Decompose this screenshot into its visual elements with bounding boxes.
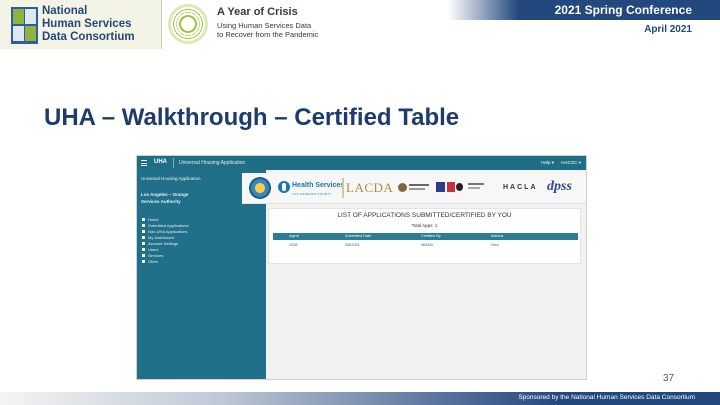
agency-logo-icon xyxy=(468,183,484,185)
nhsdc-line2: Human Services xyxy=(42,18,132,30)
nhsdc-name: National Human Services Data Consortium xyxy=(42,5,135,44)
lacda-mark xyxy=(342,178,344,198)
conference-title: 2021 Spring Conference xyxy=(554,3,692,17)
conference-date: April 2021 xyxy=(644,24,692,35)
slide-header: National Human Services Data Consortium … xyxy=(0,0,720,49)
cell-submitted-date: 3/5/2021 xyxy=(345,243,360,247)
lacda-logo: LACDA xyxy=(346,180,394,195)
column-header-actions: Actions xyxy=(491,234,504,238)
view-action-link[interactable]: View xyxy=(491,243,499,247)
table-row: 1038 3/5/2021 MIADA View xyxy=(273,242,578,249)
gear-icon xyxy=(142,242,145,245)
document-icon xyxy=(142,230,145,233)
partner-logo-strip: Health Services LOS ANGELES COUNTY LACDA… xyxy=(242,173,586,204)
applications-table-title: LIST OF APPLICATIONS SUBMITTED/CERTIFIED… xyxy=(337,212,512,219)
app-brand[interactable]: UHA xyxy=(154,159,167,165)
applications-total: Total Apps: 1 xyxy=(411,223,438,228)
hacla-logo: HACLA xyxy=(503,184,538,191)
county-seal-icon xyxy=(249,177,271,199)
health-services-logo-icon xyxy=(278,181,290,193)
sidebar-item-label: Services xyxy=(148,253,164,258)
agency-logo-icon xyxy=(447,182,455,192)
applications-card: LIST OF APPLICATIONS SUBMITTED/CERTIFIED… xyxy=(268,208,581,264)
list-icon xyxy=(142,254,145,257)
app-screenshot: UHA Universal Housing Application Help ▾… xyxy=(136,155,587,380)
sidebar-item-label: Non-UHA Applications xyxy=(148,229,188,234)
crisis-title: A Year of Crisis xyxy=(217,6,298,18)
health-services-logo: Health Services xyxy=(292,182,345,189)
topbar-divider xyxy=(173,158,174,168)
sidebar-item-label: Home xyxy=(148,217,159,222)
health-services-subtitle: LOS ANGELES COUNTY xyxy=(292,192,332,196)
user-icon xyxy=(142,248,145,251)
conference-banner: 2021 Spring Conference xyxy=(448,0,720,20)
agency-logo-icon xyxy=(468,187,480,189)
app-name: Universal Housing Application xyxy=(179,159,246,166)
page-number: 37 xyxy=(663,373,675,384)
cell-certified-by: MIADA xyxy=(421,243,434,247)
crisis-subtitle: Using Human Services Data to Recover fro… xyxy=(217,21,357,39)
column-header-certified-by[interactable]: Certified By xyxy=(421,234,441,238)
folder-icon xyxy=(142,260,145,263)
nhsdc-badge-icon xyxy=(11,7,38,44)
crisis-subtitle-line2: to Recover from the Pandemic xyxy=(217,30,319,39)
sidebar-item-other[interactable]: Other xyxy=(142,259,188,265)
sidebar-org-line1: Los Angeles – Orange xyxy=(141,192,189,197)
app-topbar: UHA Universal Housing Application Help ▾… xyxy=(137,156,586,170)
presentation-slide: National Human Services Data Consortium … xyxy=(0,0,720,405)
sidebar-item-label: Submitted Applications xyxy=(148,223,189,228)
footer-bar: Sponsored by the National Human Services… xyxy=(0,392,720,405)
sidebar-org-line2: Services Authority xyxy=(141,199,181,204)
sidebar-nav: Home Submitted Applications Non-UHA Appl… xyxy=(142,217,188,265)
nhsdc-logo: National Human Services Data Consortium xyxy=(0,0,162,49)
sidebar-item-label: Users xyxy=(148,247,159,252)
cell-agent: 1038 xyxy=(289,243,298,247)
crisis-subtitle-line1: Using Human Services Data xyxy=(217,21,312,30)
sidebar-item-label: My Dashboard xyxy=(148,235,175,240)
nhsdc-line1: National xyxy=(42,5,88,17)
hamburger-menu-icon[interactable] xyxy=(141,160,147,166)
department-logo-icon xyxy=(398,183,430,193)
column-header-agent[interactable]: Agent xyxy=(289,234,299,238)
crisis-logo-icon xyxy=(168,4,208,44)
agency-logo-icon xyxy=(456,183,463,191)
sidebar-item-label: Other xyxy=(148,259,159,264)
slide-title: UHA – Walkthrough – Certified Table xyxy=(44,104,460,131)
dpss-logo: dpss xyxy=(547,179,572,194)
document-icon xyxy=(142,224,145,227)
home-icon xyxy=(142,218,145,221)
help-menu[interactable]: Help ▾ xyxy=(541,160,554,166)
sidebar-item-label: Account Settings xyxy=(148,241,179,246)
user-menu[interactable]: HACOC ▾ xyxy=(561,160,581,166)
column-header-submitted-date[interactable]: Submitted Date xyxy=(345,234,371,238)
sponsor-text: Sponsored by the National Human Services… xyxy=(518,393,695,401)
dashboard-icon xyxy=(142,236,145,239)
nhsdc-line3: Data Consortium xyxy=(42,31,135,43)
sidebar-heading: Universal Housing Application xyxy=(141,176,201,181)
agency-logo-icon xyxy=(436,182,445,192)
table-header: Agent Submitted Date Certified By Action… xyxy=(273,233,578,240)
